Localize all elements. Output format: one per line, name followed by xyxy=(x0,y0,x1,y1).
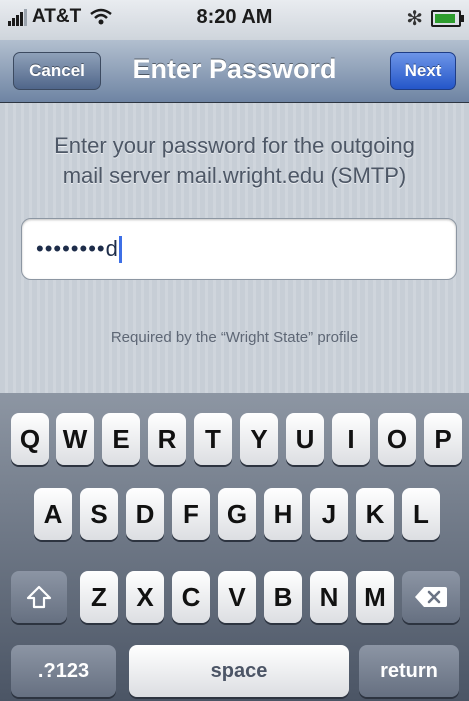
space-key[interactable]: space xyxy=(129,645,349,697)
key-x[interactable]: X xyxy=(126,571,164,623)
key-c[interactable]: C xyxy=(172,571,210,623)
key-a[interactable]: A xyxy=(34,488,72,540)
key-k[interactable]: K xyxy=(356,488,394,540)
key-r[interactable]: R xyxy=(148,413,186,465)
shift-icon xyxy=(26,585,52,609)
password-last-char: d xyxy=(105,236,118,261)
key-g[interactable]: G xyxy=(218,488,256,540)
key-l[interactable]: L xyxy=(402,488,440,540)
key-d[interactable]: D xyxy=(126,488,164,540)
text-caret xyxy=(118,235,122,263)
key-s[interactable]: S xyxy=(80,488,118,540)
key-n[interactable]: N xyxy=(310,571,348,623)
shift-key[interactable] xyxy=(11,571,67,623)
key-v[interactable]: V xyxy=(218,571,256,623)
key-b[interactable]: B xyxy=(264,571,302,623)
key-e[interactable]: E xyxy=(102,413,140,465)
numbers-key[interactable]: .?123 xyxy=(11,645,116,697)
password-prompt-area: Enter your password for the outgoing mai… xyxy=(0,103,469,393)
navigation-bar: Cancel Enter Password Next xyxy=(0,40,469,103)
battery-fill xyxy=(435,14,455,23)
password-field[interactable]: •••••••• d xyxy=(21,218,457,280)
key-z[interactable]: Z xyxy=(80,571,118,623)
next-button[interactable]: Next xyxy=(390,52,456,90)
delete-key[interactable] xyxy=(402,571,460,623)
prompt-text: Enter your password for the outgoing mai… xyxy=(0,131,469,191)
key-u[interactable]: U xyxy=(286,413,324,465)
status-time: 8:20 AM xyxy=(196,6,273,28)
key-q[interactable]: Q xyxy=(11,413,49,465)
key-j[interactable]: J xyxy=(310,488,348,540)
keyboard: Q W E R T Y U I O P A S D F G H J K L Z … xyxy=(0,393,469,701)
status-bar: AT&T 8:20 AM ✻ xyxy=(0,0,469,40)
bluetooth-icon: ✻ xyxy=(406,8,423,30)
delete-icon xyxy=(415,587,447,607)
key-w[interactable]: W xyxy=(56,413,94,465)
key-t[interactable]: T xyxy=(194,413,232,465)
key-y[interactable]: Y xyxy=(240,413,278,465)
key-m[interactable]: M xyxy=(356,571,394,623)
key-i[interactable]: I xyxy=(332,413,370,465)
status-right: ✻ xyxy=(406,6,464,31)
key-p[interactable]: P xyxy=(424,413,462,465)
password-masked: •••••••• xyxy=(36,236,106,261)
return-key[interactable]: return xyxy=(359,645,459,697)
battery-icon xyxy=(431,10,464,27)
profile-note: Required by the “Wright State” profile xyxy=(110,329,359,346)
prompt-line-2: mail server mail.wright.edu (SMTP) xyxy=(62,163,407,188)
key-o[interactable]: O xyxy=(378,413,416,465)
prompt-line-1: Enter your password for the outgoing xyxy=(54,133,415,158)
key-f[interactable]: F xyxy=(172,488,210,540)
key-h[interactable]: H xyxy=(264,488,302,540)
